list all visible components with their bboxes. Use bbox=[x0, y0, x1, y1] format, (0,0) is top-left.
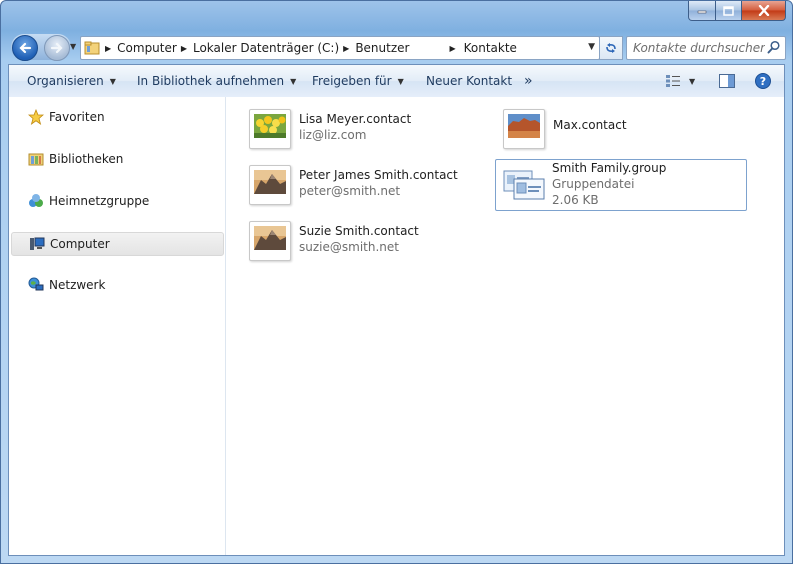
breadcrumb-separator[interactable]: ▶ bbox=[105, 44, 111, 53]
chevron-down-icon[interactable]: ▼ bbox=[689, 77, 695, 86]
file-item-max[interactable]: Max.contact bbox=[499, 105, 749, 155]
navigation-pane: Favoriten Bibliotheken Heimnetzgruppe Co… bbox=[9, 97, 226, 555]
sidebar-item-libraries[interactable]: Bibliotheken bbox=[9, 148, 224, 170]
sidebar-item-label: Heimnetzgruppe bbox=[49, 194, 150, 208]
contact-thumbnail bbox=[503, 109, 545, 149]
preview-pane-button[interactable] bbox=[719, 72, 735, 90]
desert-image bbox=[508, 114, 540, 138]
file-item-suzie-smith[interactable]: Suzie Smith.contact suzie@smith.net bbox=[245, 217, 495, 267]
recent-pages-dropdown[interactable]: ▼ bbox=[70, 42, 76, 51]
contact-group-icon bbox=[503, 170, 545, 200]
caption-buttons bbox=[688, 1, 786, 21]
breadcrumb-local-disk[interactable]: Lokaler Datenträger (C:) bbox=[193, 41, 339, 55]
contact-thumbnail bbox=[249, 221, 291, 261]
search-icon[interactable] bbox=[767, 40, 781, 54]
help-icon: ? bbox=[755, 73, 771, 89]
preview-pane-icon bbox=[719, 74, 735, 88]
address-dropdown-icon[interactable]: ▼ bbox=[588, 42, 595, 52]
svg-text:?: ? bbox=[760, 75, 766, 88]
refresh-icon bbox=[606, 43, 616, 53]
computer-icon bbox=[28, 235, 46, 253]
maximize-button[interactable] bbox=[716, 1, 742, 21]
file-detail: suzie@smith.net bbox=[299, 240, 399, 254]
mountain-image bbox=[254, 170, 286, 194]
file-name: Peter James Smith.contact bbox=[299, 168, 458, 182]
library-icon bbox=[27, 150, 45, 168]
file-item-peter-james-smith[interactable]: Peter James Smith.contact peter@smith.ne… bbox=[245, 161, 495, 211]
new-contact-label: Neuer Kontakt bbox=[426, 74, 513, 88]
share-with-label: Freigeben für bbox=[312, 74, 392, 88]
explorer-body: Organisieren ▼ In Bibliothek aufnehmen ▼… bbox=[8, 64, 785, 556]
chevron-down-icon: ▼ bbox=[290, 76, 297, 86]
organize-label: Organisieren bbox=[27, 74, 104, 88]
network-icon bbox=[27, 276, 45, 294]
more-commands-button[interactable]: » bbox=[524, 65, 533, 97]
search-input[interactable] bbox=[631, 37, 767, 59]
maximize-icon bbox=[723, 5, 734, 16]
breadcrumb-separator[interactable]: ▶ bbox=[181, 44, 187, 53]
sidebar-item-label: Favoriten bbox=[49, 110, 105, 124]
view-list-icon bbox=[666, 75, 680, 87]
breadcrumb-computer[interactable]: Computer bbox=[117, 41, 177, 55]
forward-button[interactable] bbox=[44, 35, 70, 61]
help-button[interactable]: ? bbox=[755, 72, 771, 90]
sidebar-item-label: Bibliotheken bbox=[49, 152, 124, 166]
arrow-right-icon bbox=[50, 42, 63, 54]
sidebar-item-homegroup[interactable]: Heimnetzgruppe bbox=[9, 190, 224, 212]
sidebar-item-label: Computer bbox=[50, 237, 110, 251]
file-name: Lisa Meyer.contact bbox=[299, 112, 412, 126]
file-name: Suzie Smith.contact bbox=[299, 224, 419, 238]
refresh-button[interactable] bbox=[599, 36, 623, 60]
navigation-bar: ▼ ▶ Computer ▶ Lokaler Datenträger (C:) … bbox=[9, 33, 786, 61]
close-button[interactable] bbox=[742, 1, 786, 21]
chevron-down-icon: ▼ bbox=[397, 76, 404, 86]
flowers-image bbox=[254, 114, 286, 138]
breadcrumb-users[interactable]: Benutzer bbox=[355, 41, 409, 55]
mountain-image bbox=[254, 226, 286, 250]
add-to-library-label: In Bibliothek aufnehmen bbox=[137, 74, 285, 88]
file-item-lisa-meyer[interactable]: Lisa Meyer.contact liz@liz.com bbox=[245, 105, 495, 155]
star-icon bbox=[27, 108, 45, 126]
file-type: Gruppendatei bbox=[552, 177, 635, 191]
change-view-button[interactable]: ▼ bbox=[665, 72, 695, 90]
new-contact-button[interactable]: Neuer Kontakt bbox=[426, 65, 512, 97]
breadcrumb-contacts[interactable]: Kontakte bbox=[464, 41, 517, 55]
file-item-smith-family[interactable]: Smith Family.group Gruppendatei 2.06 KB bbox=[495, 159, 747, 211]
homegroup-icon bbox=[27, 192, 45, 210]
sidebar-item-computer[interactable]: Computer bbox=[11, 232, 224, 256]
back-button[interactable] bbox=[12, 35, 38, 61]
file-name: Smith Family.group bbox=[552, 161, 667, 175]
add-to-library-button[interactable]: In Bibliothek aufnehmen ▼ bbox=[137, 65, 296, 97]
minimize-icon bbox=[697, 10, 707, 13]
breadcrumb-separator[interactable]: ▶ bbox=[449, 44, 455, 53]
breadcrumb-separator[interactable]: ▶ bbox=[343, 44, 349, 53]
back-forward-group: ▼ bbox=[11, 34, 76, 61]
chevron-down-icon: ▼ bbox=[109, 76, 116, 86]
command-bar: Organisieren ▼ In Bibliothek aufnehmen ▼… bbox=[9, 65, 784, 98]
folder-icon bbox=[83, 37, 101, 59]
minimize-button[interactable] bbox=[688, 1, 716, 21]
file-list[interactable]: Lisa Meyer.contact liz@liz.com Max.conta… bbox=[226, 97, 784, 555]
sidebar-item-favorites[interactable]: Favoriten bbox=[9, 106, 224, 128]
search-box[interactable] bbox=[626, 36, 786, 60]
explorer-window: ▼ ▶ Computer ▶ Lokaler Datenträger (C:) … bbox=[0, 0, 793, 564]
organize-button[interactable]: Organisieren ▼ bbox=[27, 65, 116, 97]
address-bar[interactable]: ▶ Computer ▶ Lokaler Datenträger (C:) ▶ … bbox=[80, 36, 600, 60]
file-name: Max.contact bbox=[553, 118, 627, 132]
file-detail: peter@smith.net bbox=[299, 184, 401, 198]
file-size: 2.06 KB bbox=[552, 193, 599, 207]
sidebar-item-network[interactable]: Netzwerk bbox=[9, 274, 224, 296]
share-with-button[interactable]: Freigeben für ▼ bbox=[312, 65, 404, 97]
contact-thumbnail bbox=[249, 109, 291, 149]
close-icon bbox=[758, 5, 769, 16]
file-detail: liz@liz.com bbox=[299, 128, 367, 142]
arrow-left-icon bbox=[19, 42, 32, 54]
sidebar-item-label: Netzwerk bbox=[49, 278, 106, 292]
contact-thumbnail bbox=[249, 165, 291, 205]
